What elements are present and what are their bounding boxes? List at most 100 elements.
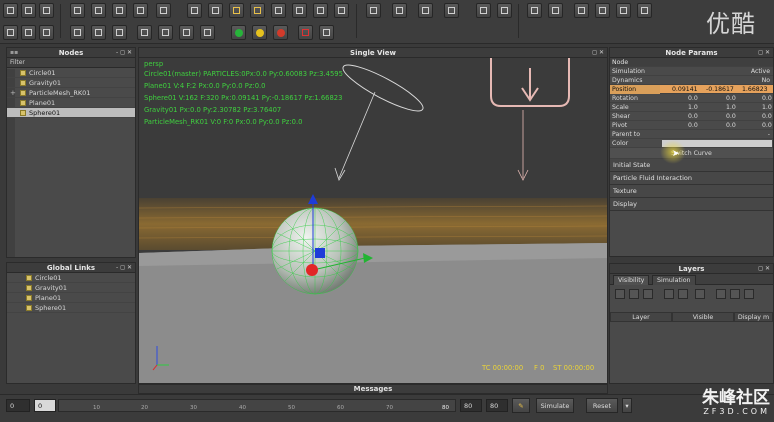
open-file-icon[interactable] — [21, 3, 36, 18]
link-icon[interactable] — [156, 3, 171, 18]
param-scale[interactable]: Scale 1.0 1.0 1.0 — [610, 103, 773, 112]
new-file-icon[interactable] — [3, 3, 18, 18]
start-frame-field[interactable]: 0 — [6, 399, 30, 412]
3d-viewport[interactable]: persp Circle01(master) PARTICLES:0Px:0.0… — [139, 58, 607, 383]
layer-tool-icon[interactable] — [744, 289, 754, 299]
panel-controls-icon[interactable]: ◻ ✕ — [758, 264, 770, 274]
export-icon[interactable] — [39, 25, 54, 40]
layer-tool-icon[interactable] — [664, 289, 674, 299]
panel-controls-icon[interactable]: - ◻ ✕ — [116, 48, 132, 58]
scale-icon[interactable] — [133, 3, 148, 18]
z-axis-handle[interactable] — [315, 248, 325, 258]
layer-tool-icon[interactable] — [678, 289, 688, 299]
param-shear[interactable]: Shear 0.0 0.0 0.0 — [610, 112, 773, 121]
emitter-icon[interactable] — [91, 25, 106, 40]
panel-controls-icon[interactable]: ◻ ✕ — [592, 48, 604, 58]
column-display-mode[interactable]: Display m — [734, 312, 773, 322]
circle-emitter-icon[interactable] — [271, 3, 286, 18]
expand-icon[interactable]: + — [10, 88, 16, 98]
section-node[interactable]: Node — [610, 58, 773, 67]
section-texture[interactable]: Texture — [610, 185, 773, 198]
redo-icon[interactable] — [21, 25, 36, 40]
param-dynamics[interactable]: Dynamics No — [610, 76, 773, 85]
filter-field[interactable]: Filter — [7, 58, 135, 68]
gravity-icon[interactable] — [229, 3, 244, 18]
stop-red-icon[interactable] — [273, 25, 288, 40]
sphere-create-icon[interactable] — [208, 3, 223, 18]
layer-tool-icon[interactable] — [643, 289, 653, 299]
timeline-ruler[interactable]: 10 20 30 40 50 60 70 80 — [58, 399, 456, 412]
view-top-icon[interactable] — [366, 3, 381, 18]
select-icon[interactable] — [70, 3, 85, 18]
link-item-circle01[interactable]: Circle01 — [7, 273, 135, 283]
layer-tool-icon[interactable] — [615, 289, 625, 299]
keyframe-icon[interactable]: ✎ — [512, 398, 530, 413]
simulate-button[interactable]: Simulate — [536, 398, 574, 413]
section-initial-state[interactable]: Initial State — [610, 159, 773, 172]
render-view-icon[interactable] — [637, 3, 652, 18]
section-particle-fluid-interaction[interactable]: Particle Fluid Interaction — [610, 172, 773, 185]
layer-tool-icon[interactable] — [629, 289, 639, 299]
layer-tool-icon[interactable] — [695, 289, 705, 299]
link-item-plane01[interactable]: Plane01 — [7, 293, 135, 303]
move-icon[interactable] — [91, 3, 106, 18]
rotate-icon[interactable] — [112, 3, 127, 18]
tree-item-circle01[interactable]: Circle01 — [7, 68, 135, 78]
param-position[interactable]: Position 0.09141 -0.18617 1.66823 — [610, 85, 773, 94]
param-pivot[interactable]: Pivot 0.0 0.0 0.0 — [610, 121, 773, 130]
settings-icon[interactable] — [200, 25, 215, 40]
camera-icon[interactable] — [334, 3, 349, 18]
range-end-field[interactable]: 80 — [486, 399, 508, 412]
rigid-body-icon[interactable] — [112, 25, 127, 40]
layout-split-icon[interactable] — [497, 3, 512, 18]
frame-selected-icon[interactable] — [548, 3, 563, 18]
param-simulation[interactable]: Simulation Active — [610, 67, 773, 76]
box-view-icon[interactable] — [574, 3, 589, 18]
messages-panel[interactable]: Messages — [138, 384, 608, 394]
tree-item-gravity01[interactable]: Gravity01 — [7, 78, 135, 88]
param-rotation[interactable]: Rotation 0.0 0.0 0.0 — [610, 94, 773, 103]
record-icon[interactable] — [298, 25, 313, 40]
view-side-icon[interactable] — [418, 3, 433, 18]
panel-controls-icon[interactable]: - ◻ ✕ — [116, 263, 132, 273]
column-visible[interactable]: Visible — [672, 312, 734, 322]
panel-controls-icon[interactable]: ◻ ✕ — [758, 48, 770, 58]
reset-button[interactable]: Reset — [586, 398, 618, 413]
tree-item-plane01[interactable]: Plane01 — [7, 98, 135, 108]
pivot-handle[interactable] — [306, 264, 318, 276]
tree-item-particlemesh[interactable]: + ParticleMesh_RK01 — [7, 88, 135, 98]
reset-dropdown-icon[interactable]: ▾ — [622, 398, 632, 413]
layout-single-icon[interactable] — [476, 3, 491, 18]
view-persp-icon[interactable] — [444, 3, 459, 18]
play-green-icon[interactable] — [231, 25, 246, 40]
undo-icon[interactable] — [3, 25, 18, 40]
view-front-icon[interactable] — [392, 3, 407, 18]
param-parent-to[interactable]: Parent to - — [610, 130, 773, 139]
tab-visibility[interactable]: Visibility — [613, 275, 650, 285]
daemon-icon[interactable] — [292, 3, 307, 18]
column-layer[interactable]: Layer — [610, 312, 672, 322]
box-icon[interactable] — [250, 3, 265, 18]
frame-all-icon[interactable] — [527, 3, 542, 18]
tree-item-sphere01[interactable]: Sphere01 — [7, 108, 135, 118]
save-file-icon[interactable] — [39, 3, 54, 18]
pause-yellow-icon[interactable] — [252, 25, 267, 40]
layer-tool-icon[interactable] — [730, 289, 740, 299]
param-color[interactable]: Color — [610, 139, 773, 148]
switch-curve-button[interactable]: Switch Curve ➤ — [610, 140, 773, 164]
link-item-sphere01[interactable]: Sphere01 — [7, 303, 135, 313]
cache-icon[interactable] — [319, 25, 334, 40]
shaded-view-icon[interactable] — [616, 3, 631, 18]
section-display[interactable]: Display — [610, 198, 773, 211]
particle-fluid-icon[interactable] — [70, 25, 85, 40]
panel-grip-icon[interactable]: ▪▪ — [10, 48, 18, 58]
link-item-gravity01[interactable]: Gravity01 — [7, 283, 135, 293]
current-frame-field[interactable]: 0 — [34, 399, 56, 412]
layer-tool-icon[interactable] — [716, 289, 726, 299]
tab-simulation[interactable]: Simulation — [652, 275, 696, 285]
plane-icon[interactable] — [187, 3, 202, 18]
wave-icon[interactable] — [158, 25, 173, 40]
end-frame-field[interactable]: 80 — [460, 399, 482, 412]
mesh-icon[interactable] — [313, 3, 328, 18]
wire-view-icon[interactable] — [595, 3, 610, 18]
